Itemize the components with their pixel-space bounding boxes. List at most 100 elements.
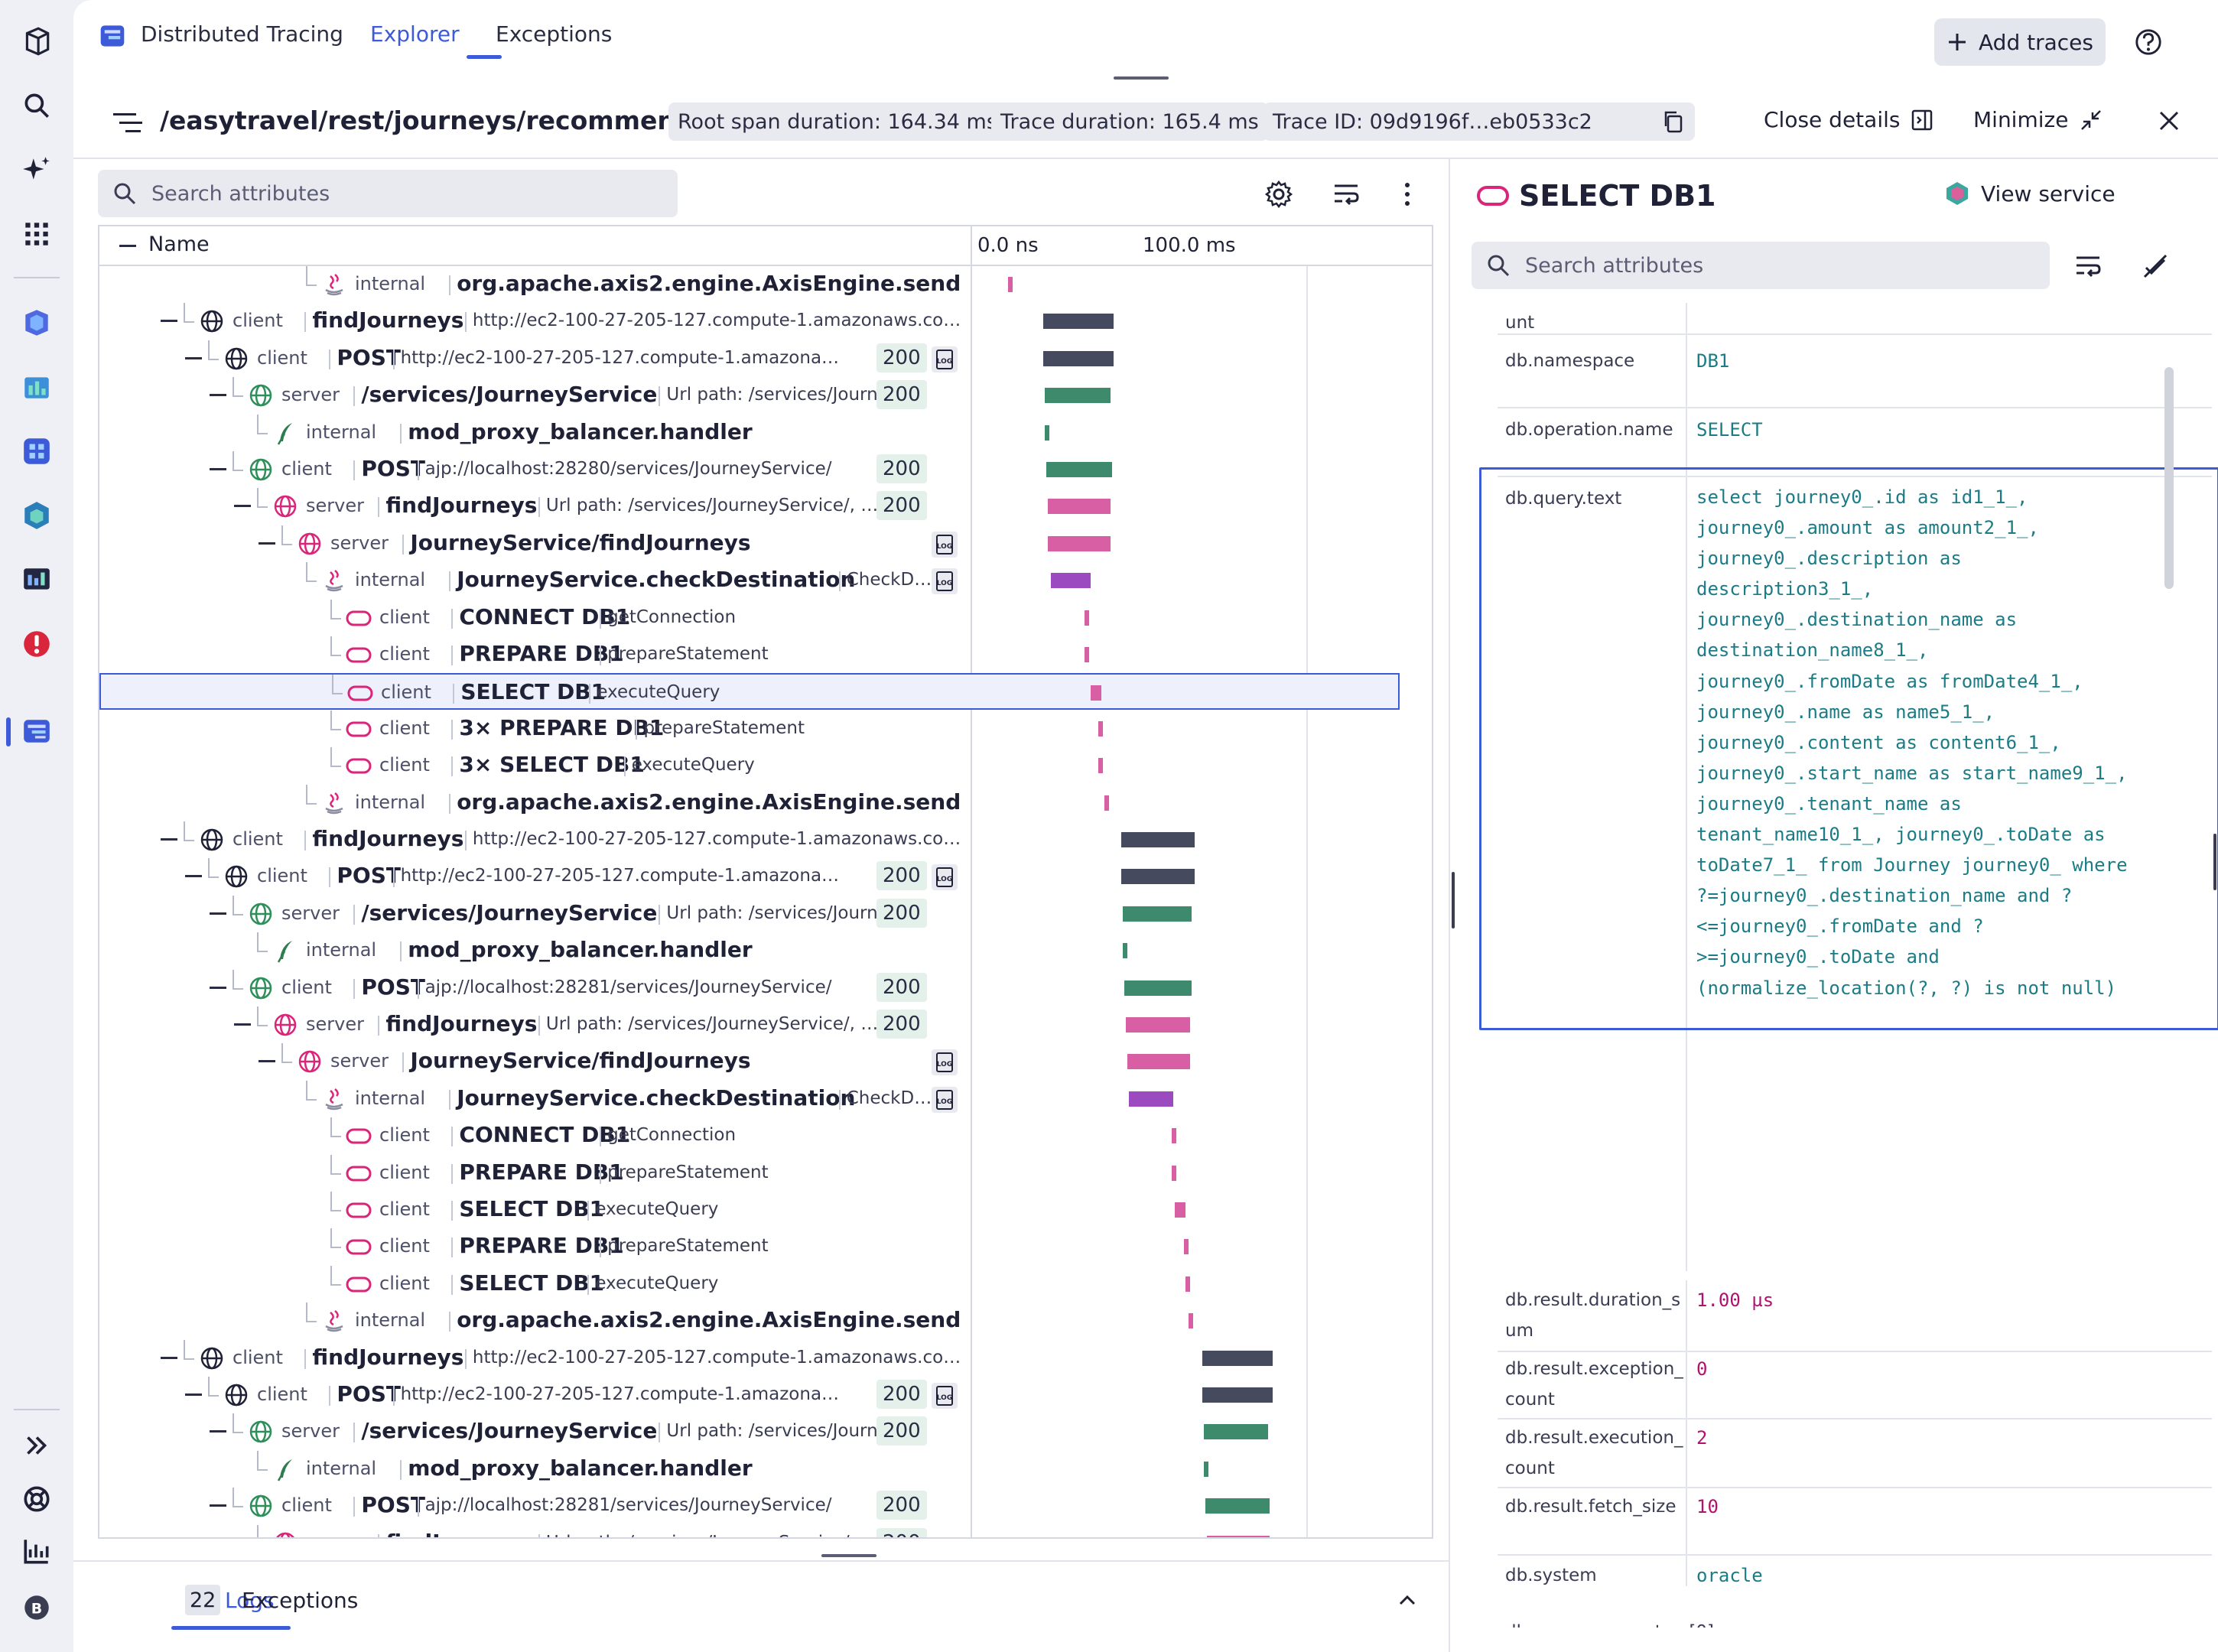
collapse-toggle-icon[interactable] (185, 875, 202, 878)
problems-app-icon[interactable] (14, 621, 60, 667)
span-duration-bar[interactable] (1123, 943, 1127, 959)
collapse-toggle-icon[interactable] (210, 986, 226, 989)
span-row[interactable]: internal org.apache.axis2.engine.AxisEngi… (99, 266, 1400, 303)
span-name[interactable]: 3× PREPARE DB1 (459, 715, 664, 740)
span-name[interactable]: JourneyService.checkDestination (457, 1085, 855, 1111)
span-name[interactable]: /services/JourneyService (361, 1418, 657, 1443)
span-row[interactable]: client POST ajp://localhost:28281/services… (99, 969, 1400, 1006)
span-name[interactable]: POST (361, 456, 425, 481)
span-duration-bar[interactable] (1185, 1276, 1190, 1292)
span-name[interactable]: findJourneys (385, 493, 537, 518)
span-duration-bar[interactable] (1123, 906, 1192, 922)
span-row[interactable]: client findJourneys http://ec2-100-27-205-… (99, 821, 1400, 858)
wrap-lines-icon[interactable] (1331, 179, 1361, 210)
span-duration-bar[interactable] (1207, 1535, 1270, 1537)
attr-value[interactable]: DB1 (1696, 346, 1729, 376)
col-name-header[interactable]: Name (148, 233, 210, 256)
span-row[interactable]: internal mod_proxy_balancer.handler (99, 932, 1400, 969)
span-name[interactable]: /services/JourneyService (361, 900, 657, 925)
panel-edge-grip[interactable] (2213, 834, 2216, 890)
span-name[interactable]: findJourneys (312, 307, 463, 333)
add-traces-button[interactable]: Add traces (1934, 18, 2106, 66)
log-icon[interactable]: LOG (932, 1086, 958, 1113)
tree-search-input[interactable]: Search attributes (98, 170, 678, 217)
log-icon[interactable]: LOG (932, 864, 958, 891)
details-search-input[interactable]: Search attributes (1472, 242, 2050, 289)
span-duration-bar[interactable] (1043, 314, 1114, 330)
collapse-toggle-icon[interactable] (210, 1504, 226, 1507)
support-icon[interactable] (14, 1476, 60, 1522)
attr-value[interactable]: 10 (1696, 1491, 1719, 1522)
db-query-text-value[interactable]: select journey0_.id as id1_1_, journey0_.… (1696, 482, 2128, 1003)
wrap-lines-icon[interactable] (2073, 251, 2103, 281)
span-row[interactable]: client PREPARE DB1 prepareStatement (99, 636, 1400, 673)
attr-value[interactable]: oracle (1696, 1560, 1763, 1591)
span-duration-bar[interactable] (1046, 462, 1112, 477)
tab-explorer[interactable]: Explorer (370, 21, 460, 47)
span-name[interactable]: mod_proxy_balancer.handler (408, 1455, 752, 1481)
span-duration-bar[interactable] (1008, 277, 1013, 292)
notebooks-app-icon[interactable] (14, 364, 60, 410)
span-name[interactable]: SELECT DB1 (459, 1270, 604, 1296)
span-row[interactable]: client CONNECT DB1 getConnection (99, 599, 1400, 636)
span-row[interactable]: client POST http://ec2-100-27-205-127.comp… (99, 1377, 1400, 1413)
span-name[interactable]: org.apache.axis2.engine.AxisEngine.send (457, 271, 961, 296)
collapse-toggle-icon[interactable] (185, 356, 202, 359)
collapse-toggle-icon[interactable] (185, 1393, 202, 1396)
span-duration-bar[interactable] (1184, 1239, 1189, 1255)
log-icon[interactable]: LOG (932, 568, 958, 595)
span-row[interactable]: server JourneyService/findJourneys LOG (99, 525, 1400, 562)
span-duration-bar[interactable] (1126, 1017, 1190, 1032)
tab-distributed-tracing[interactable]: Distributed Tracing (141, 21, 343, 47)
chevron-up-icon[interactable] (1397, 1591, 1418, 1609)
collapse-toggle-icon[interactable] (259, 1060, 275, 1063)
span-duration-bar[interactable] (1045, 424, 1049, 441)
span-name[interactable]: findJourneys (385, 1530, 537, 1537)
sparkle-icon[interactable] (14, 147, 60, 193)
tab-bottom-exceptions[interactable]: Exceptions (242, 1588, 358, 1613)
span-duration-bar[interactable] (1043, 350, 1114, 366)
span-row[interactable]: client SELECT DB1 executeQuery (99, 1265, 1400, 1302)
collapse-toggle-icon[interactable] (210, 912, 226, 915)
span-duration-bar[interactable] (1204, 1461, 1208, 1477)
span-row[interactable]: server JourneyService/findJourneys LOG (99, 1043, 1400, 1080)
collapse-toggle-icon[interactable] (210, 394, 226, 397)
span-name[interactable]: findJourneys (312, 826, 463, 851)
dashboards-app-icon[interactable] (14, 300, 60, 346)
more-options-icon[interactable] (1392, 179, 1423, 210)
distributed-tracing-icon[interactable] (14, 708, 60, 754)
span-name[interactable]: org.apache.axis2.engine.AxisEngine.send (457, 789, 961, 815)
span-row[interactable]: client PREPARE DB1 prepareStatement (99, 1228, 1400, 1265)
span-name[interactable]: POST (337, 1381, 401, 1406)
log-icon[interactable]: LOG (932, 1383, 958, 1409)
collapse-toggle-icon[interactable] (161, 320, 177, 323)
span-row[interactable]: internal JourneyService.checkDestination C… (99, 562, 1400, 599)
span-name[interactable]: mod_proxy_balancer.handler (408, 419, 752, 444)
kubernetes-app-icon[interactable] (14, 493, 60, 538)
span-name[interactable]: org.apache.axis2.engine.AxisEngine.send (457, 1307, 961, 1332)
split-grip[interactable] (1452, 872, 1455, 928)
span-row[interactable]: server findJourneys Url path: /services/Jo… (99, 1006, 1400, 1043)
span-name[interactable]: findJourneys (312, 1345, 463, 1370)
span-row[interactable]: client POST http://ec2-100-27-205-127.comp… (99, 340, 1400, 377)
span-name[interactable]: 3× SELECT DB1 (459, 752, 644, 777)
span-duration-bar[interactable] (1091, 685, 1101, 701)
minimize-button[interactable]: Minimize (1973, 107, 2103, 132)
span-name[interactable]: JourneyService/findJourneys (410, 1048, 750, 1073)
close-details-button[interactable]: Close details (1764, 107, 1933, 132)
span-name[interactable]: CONNECT DB1 (459, 604, 630, 629)
services-app-icon[interactable] (14, 428, 60, 474)
view-service-button[interactable]: View service (1944, 180, 2116, 206)
chart-icon[interactable] (14, 1528, 60, 1574)
span-row[interactable]: client PREPARE DB1 prepareStatement (99, 1154, 1400, 1192)
span-row[interactable]: client 3× PREPARE DB1 prepareStatement (99, 710, 1400, 747)
span-row[interactable]: client POST ajp://localhost:28281/services… (99, 1488, 1400, 1524)
collapse-toggle-icon[interactable] (234, 505, 251, 508)
span-row[interactable]: internal JourneyService.checkDestination C… (99, 1080, 1400, 1117)
details-divider[interactable] (1449, 158, 1450, 1652)
span-duration-bar[interactable] (1045, 388, 1111, 404)
log-icon[interactable]: LOG (932, 1049, 958, 1076)
span-duration-bar[interactable] (1051, 573, 1091, 589)
span-duration-bar[interactable] (1172, 1165, 1176, 1181)
span-duration-bar[interactable] (1121, 832, 1195, 847)
